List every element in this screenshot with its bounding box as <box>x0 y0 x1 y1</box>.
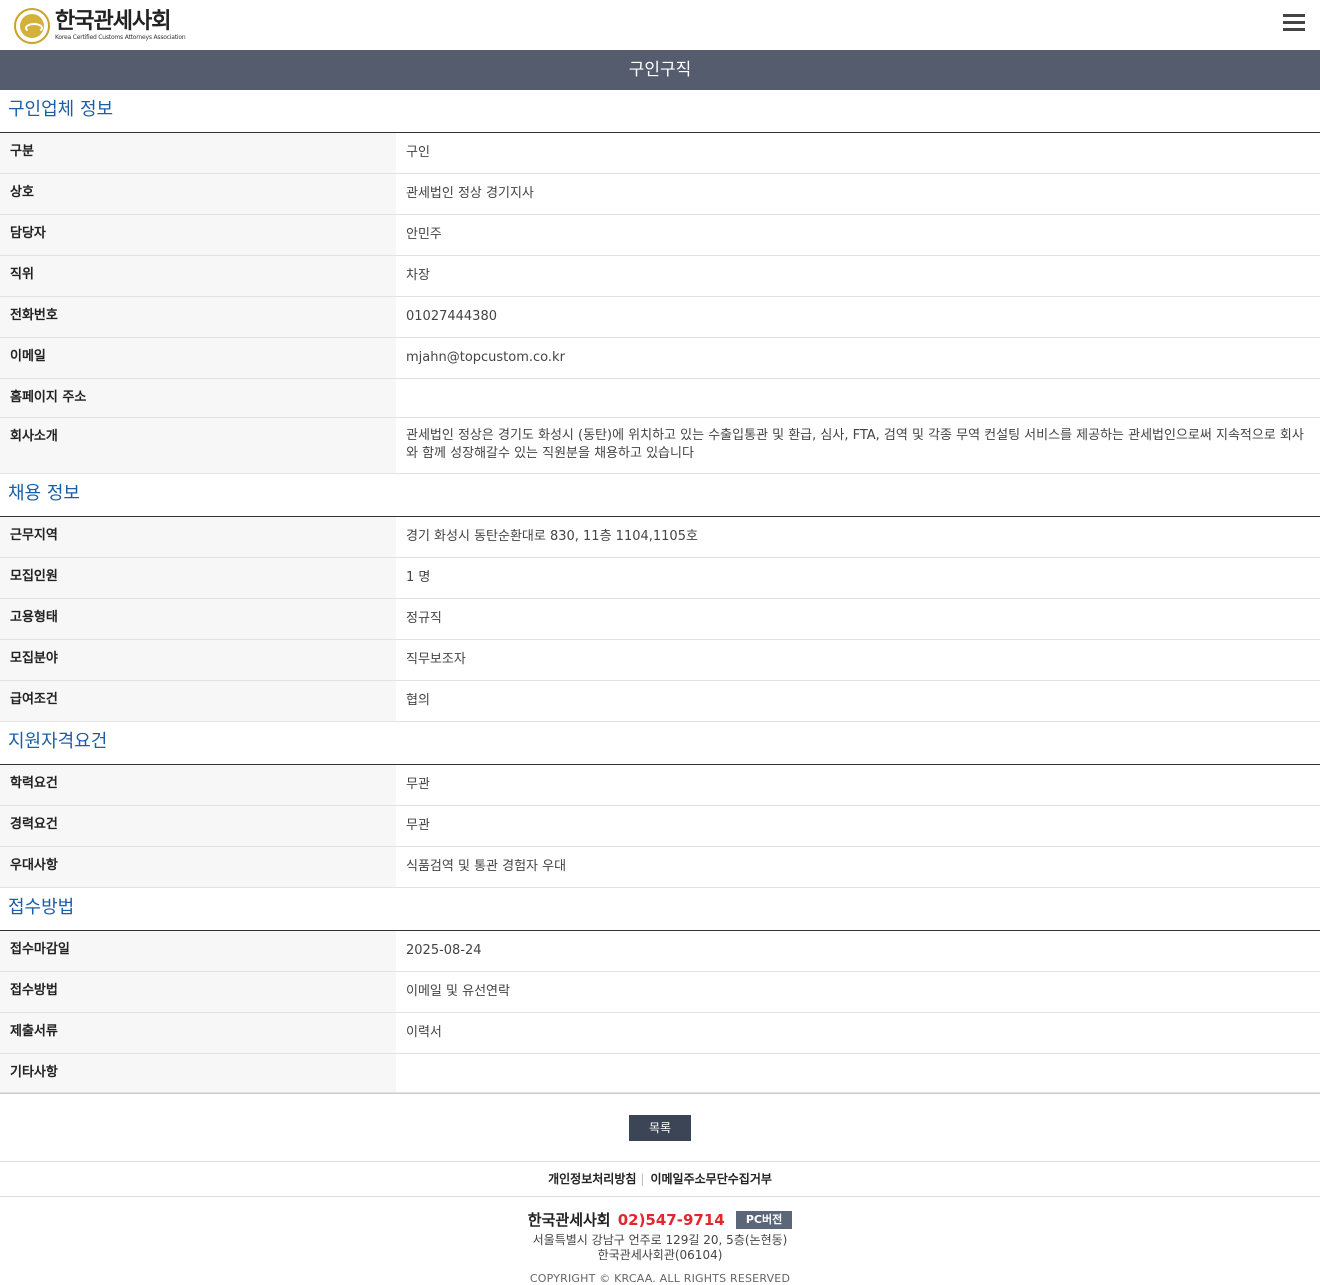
row-label: 담당자 <box>0 215 396 255</box>
section-title-recruit: 채용 정보 <box>0 474 1320 517</box>
hamburger-menu-icon[interactable] <box>1283 14 1305 32</box>
row-label: 전화번호 <box>0 297 396 337</box>
row-label: 직위 <box>0 256 396 296</box>
row-label: 홈페이지 주소 <box>0 379 396 417</box>
footer-links: 개인정보처리방침 | 이메일주소무단수집거부 <box>0 1161 1320 1197</box>
row-value: 1 명 <box>396 558 1320 598</box>
site-header: 한국관세사회 Korea Certified Customs Attorneys… <box>0 0 1320 50</box>
table-row: 학력요건 무관 <box>0 765 1320 806</box>
footer-phone: 02)547-9714 <box>617 1210 725 1229</box>
table-row: 접수방법 이메일 및 유선연락 <box>0 972 1320 1013</box>
recruit-info-table: 근무지역 경기 화성시 동탄순환대로 830, 11층 1104,1105호 모집… <box>0 517 1320 722</box>
privacy-policy-link[interactable]: 개인정보처리방침 <box>548 1172 636 1186</box>
row-label: 모집인원 <box>0 558 396 598</box>
link-separator: | <box>640 1172 645 1186</box>
email-value[interactable]: mjahn@topcustom.co.kr <box>396 338 1320 378</box>
row-value: 관세법인 정상 경기지사 <box>396 174 1320 214</box>
row-value: 식품검역 및 통관 경험자 우대 <box>396 847 1320 887</box>
row-value: 경기 화성시 동탄순환대로 830, 11층 1104,1105호 <box>396 517 1320 557</box>
section-title-qualification: 지원자격요건 <box>0 722 1320 765</box>
table-row: 구분 구인 <box>0 133 1320 174</box>
row-value: 차장 <box>396 256 1320 296</box>
row-value: 이메일 및 유선연락 <box>396 972 1320 1012</box>
email-refusal-link[interactable]: 이메일주소무단수집거부 <box>650 1172 771 1186</box>
footer-address: 서울특별시 강남구 언주로 129길 20, 5층(논현동) <box>532 1233 788 1247</box>
page-title: 구인구직 <box>0 50 1320 90</box>
table-row: 제출서류 이력서 <box>0 1013 1320 1054</box>
qualification-table: 학력요건 무관 경력요건 무관 우대사항 식품검역 및 통관 경험자 우대 <box>0 765 1320 888</box>
table-row: 홈페이지 주소 <box>0 379 1320 418</box>
table-row: 근무지역 경기 화성시 동탄순환대로 830, 11층 1104,1105호 <box>0 517 1320 558</box>
table-row: 상호 관세법인 정상 경기지사 <box>0 174 1320 215</box>
row-value: 안민주 <box>396 215 1320 255</box>
pc-version-button[interactable]: PC버전 <box>735 1210 793 1229</box>
row-label: 접수방법 <box>0 972 396 1012</box>
footer-org-name: 한국관세사회 <box>527 1211 611 1229</box>
row-value: 2025-08-24 <box>396 931 1320 971</box>
row-value: 01027444380 <box>396 297 1320 337</box>
table-row: 전화번호 01027444380 <box>0 297 1320 338</box>
footer-copyright: COPYRIGHT © KRCAA. ALL RIGHTS RESERVED <box>529 1272 791 1285</box>
footer-building: 한국관세사회관(06104) <box>597 1248 723 1262</box>
row-label: 기타사항 <box>0 1054 396 1092</box>
row-value: 구인 <box>396 133 1320 173</box>
logo-title: 한국관세사회 <box>55 9 171 34</box>
row-label: 모집분야 <box>0 640 396 680</box>
row-value <box>396 1054 1320 1092</box>
company-intro-value: 관세법인 정상은 경기도 화성시 (동탄)에 위치하고 있는 수출입통관 및 환… <box>396 418 1320 473</box>
table-row: 접수마감일 2025-08-24 <box>0 931 1320 972</box>
row-label: 회사소개 <box>0 418 396 473</box>
row-label: 학력요건 <box>0 765 396 805</box>
logo-subtitle: Korea Certified Customs Attorneys Associ… <box>55 34 186 41</box>
row-label: 상호 <box>0 174 396 214</box>
row-value: 직무보조자 <box>396 640 1320 680</box>
row-value: 이력서 <box>396 1013 1320 1053</box>
row-label: 근무지역 <box>0 517 396 557</box>
site-logo[interactable]: 한국관세사회 Korea Certified Customs Attorneys… <box>14 8 186 44</box>
table-row: 담당자 안민주 <box>0 215 1320 256</box>
row-label: 고용형태 <box>0 599 396 639</box>
table-row: 고용형태 정규직 <box>0 599 1320 640</box>
row-value: 무관 <box>396 806 1320 846</box>
table-row: 우대사항 식품검역 및 통관 경험자 우대 <box>0 847 1320 888</box>
table-row: 이메일 mjahn@topcustom.co.kr <box>0 338 1320 379</box>
section-title-company: 구인업체 정보 <box>0 90 1320 133</box>
homepage-value <box>396 379 1320 417</box>
button-area: 목록 <box>0 1093 1320 1161</box>
row-label: 급여조건 <box>0 681 396 721</box>
row-label: 구분 <box>0 133 396 173</box>
table-row: 회사소개 관세법인 정상은 경기도 화성시 (동탄)에 위치하고 있는 수출입통관… <box>0 418 1320 474</box>
row-label: 경력요건 <box>0 806 396 846</box>
company-info-table: 구분 구인 상호 관세법인 정상 경기지사 담당자 안민주 직위 차장 전화번호 0102… <box>0 133 1320 474</box>
row-label: 제출서류 <box>0 1013 396 1053</box>
row-value: 협의 <box>396 681 1320 721</box>
apply-info-table: 접수마감일 2025-08-24 접수방법 이메일 및 유선연락 제출서류 이력서 기… <box>0 931 1320 1093</box>
row-label: 접수마감일 <box>0 931 396 971</box>
row-label: 이메일 <box>0 338 396 378</box>
table-row: 기타사항 <box>0 1054 1320 1093</box>
table-row: 모집인원 1 명 <box>0 558 1320 599</box>
table-row: 직위 차장 <box>0 256 1320 297</box>
table-row: 경력요건 무관 <box>0 806 1320 847</box>
section-title-apply: 접수방법 <box>0 888 1320 931</box>
logo-emblem-icon <box>14 8 50 44</box>
table-row: 모집분야 직무보조자 <box>0 640 1320 681</box>
table-row: 급여조건 협의 <box>0 681 1320 722</box>
list-button[interactable]: 목록 <box>629 1115 691 1141</box>
row-value: 정규직 <box>396 599 1320 639</box>
row-value: 무관 <box>396 765 1320 805</box>
row-label: 우대사항 <box>0 847 396 887</box>
